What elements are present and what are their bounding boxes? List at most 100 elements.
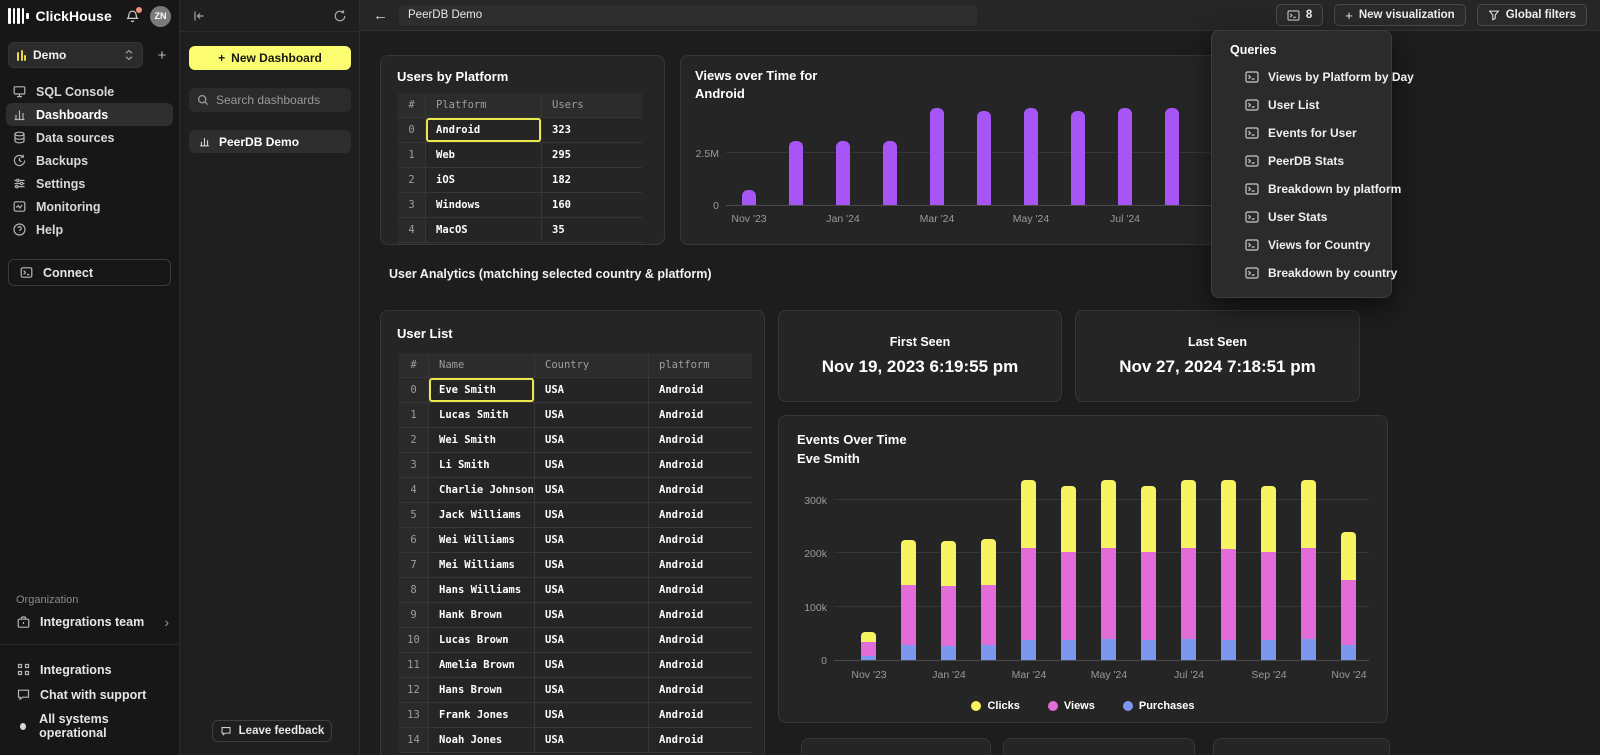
back-arrow-icon[interactable]: ← <box>373 8 388 23</box>
queries-menu-item[interactable]: User List <box>1212 91 1391 119</box>
stacked-bar-Nov '23[interactable] <box>861 632 876 660</box>
queries-menu-item[interactable]: Breakdown by country <box>1212 259 1391 287</box>
global-filters-button[interactable]: Global filters <box>1477 4 1587 26</box>
table-cell[interactable]: Amelia Brown <box>429 653 535 677</box>
stacked-bar-Oct '24[interactable] <box>1301 480 1316 660</box>
queries-menu-item[interactable]: Views by Platform by Day <box>1212 63 1391 91</box>
bar-Jul '24[interactable] <box>1118 108 1132 205</box>
queries-menu-item[interactable]: Views for Country <box>1212 231 1391 259</box>
connect-button[interactable]: Connect <box>8 259 171 286</box>
table-cell[interactable]: Frank Jones <box>429 703 535 727</box>
notifications-bell-icon[interactable] <box>125 9 140 24</box>
table-cell[interactable]: 35 <box>542 218 642 242</box>
sidebar-item-help[interactable]: Help <box>6 218 173 241</box>
table-cell[interactable]: 1 <box>398 143 426 167</box>
sidebar-item-backups[interactable]: Backups <box>6 149 173 172</box>
table-cell[interactable]: iOS <box>426 168 542 192</box>
table-cell[interactable]: 6 <box>399 528 429 552</box>
table-cell[interactable]: Li Smith <box>429 453 535 477</box>
table-cell[interactable]: Android <box>649 428 752 452</box>
table-cell[interactable]: USA <box>535 728 649 752</box>
sidebar-item-settings[interactable]: Settings <box>6 172 173 195</box>
stacked-bar-Apr '24[interactable] <box>1061 486 1076 660</box>
table-cell[interactable]: 1 <box>399 403 429 427</box>
bar-Aug '24[interactable] <box>1165 108 1179 205</box>
stacked-bar-Aug '24[interactable] <box>1221 480 1236 660</box>
queries-menu-item[interactable]: PeerDB Stats <box>1212 147 1391 175</box>
footer-item-integrations[interactable]: Integrations <box>0 657 179 682</box>
table-cell[interactable]: USA <box>535 478 649 502</box>
table-cell[interactable]: Android <box>649 578 752 602</box>
bar-Jan '24[interactable] <box>836 141 850 205</box>
table-cell[interactable]: 11 <box>399 653 429 677</box>
table-cell[interactable]: USA <box>535 503 649 527</box>
table-cell[interactable]: 10 <box>399 628 429 652</box>
stacked-bar-Jan '24[interactable] <box>941 541 956 660</box>
queries-menu-item[interactable]: User Stats <box>1212 203 1391 231</box>
table-cell[interactable]: Android <box>649 728 752 752</box>
bar-Dec '23[interactable] <box>789 141 803 205</box>
table-cell[interactable]: 13 <box>399 703 429 727</box>
table-cell[interactable]: USA <box>535 553 649 577</box>
table-cell[interactable]: Eve Smith <box>429 378 535 402</box>
stacked-bar-Dec '23[interactable] <box>901 540 916 660</box>
table-cell[interactable]: 160 <box>542 193 642 217</box>
table-cell[interactable]: Android <box>426 118 542 142</box>
leave-feedback-button[interactable]: Leave feedback <box>212 720 332 742</box>
table-cell[interactable]: 0 <box>398 118 426 142</box>
table-cell[interactable]: 14 <box>399 728 429 752</box>
sidebar-item-sql-console[interactable]: SQL Console <box>6 80 173 103</box>
table-cell[interactable]: USA <box>535 403 649 427</box>
table-cell[interactable]: 8 <box>399 578 429 602</box>
table-cell[interactable]: 5 <box>399 503 429 527</box>
stacked-bar-Jul '24[interactable] <box>1181 480 1196 660</box>
organization-team-selector[interactable]: Integrations team › <box>0 614 179 644</box>
add-service-button[interactable]: + <box>153 47 171 64</box>
table-cell[interactable]: Jack Williams <box>429 503 535 527</box>
service-selector[interactable]: Demo <box>8 42 143 68</box>
table-cell[interactable]: Android <box>649 703 752 727</box>
table-cell[interactable]: Noah Jones <box>429 728 535 752</box>
table-cell[interactable]: 9 <box>399 603 429 627</box>
table-cell[interactable]: Lucas Brown <box>429 628 535 652</box>
table-cell[interactable]: Android <box>649 603 752 627</box>
table-cell[interactable]: Android <box>649 628 752 652</box>
table-cell[interactable]: Lucas Smith <box>429 403 535 427</box>
stacked-bar-Mar '24[interactable] <box>1021 480 1036 660</box>
table-cell[interactable]: 0 <box>399 378 429 402</box>
queries-menu-item[interactable]: Breakdown by platform <box>1212 175 1391 203</box>
table-cell[interactable]: USA <box>535 528 649 552</box>
stacked-bar-Sep '24[interactable] <box>1261 486 1276 660</box>
table-cell[interactable]: Hank Brown <box>429 603 535 627</box>
bar-Mar '24[interactable] <box>930 108 944 205</box>
table-cell[interactable]: 3 <box>398 193 426 217</box>
table-cell[interactable]: USA <box>535 653 649 677</box>
table-cell[interactable]: USA <box>535 628 649 652</box>
table-cell[interactable]: 3 <box>399 453 429 477</box>
collapse-sidebar-icon[interactable] <box>192 9 206 23</box>
bar-Nov '23[interactable] <box>742 190 756 205</box>
table-cell[interactable]: 323 <box>542 118 642 142</box>
avatar[interactable]: ZN <box>150 6 171 27</box>
table-cell[interactable]: 2 <box>398 168 426 192</box>
bar-May '24[interactable] <box>1024 108 1038 205</box>
table-cell[interactable]: 4 <box>399 478 429 502</box>
table-cell[interactable]: USA <box>535 453 649 477</box>
bar-Feb '24[interactable] <box>883 141 897 205</box>
table-cell[interactable]: Hans Brown <box>429 678 535 702</box>
sidebar-item-monitoring[interactable]: Monitoring <box>6 195 173 218</box>
queries-count-button[interactable]: 8 <box>1276 4 1323 26</box>
footer-item-system-status[interactable]: All systems operational <box>0 707 179 745</box>
new-visualization-button[interactable]: + New visualization <box>1334 4 1465 26</box>
table-cell[interactable]: USA <box>535 378 649 402</box>
table-cell[interactable]: Android <box>649 378 752 402</box>
table-cell[interactable]: Web <box>426 143 542 167</box>
table-cell[interactable]: USA <box>535 603 649 627</box>
stacked-bar-May '24[interactable] <box>1101 480 1116 660</box>
stacked-bar-Feb '24[interactable] <box>981 539 996 660</box>
table-cell[interactable]: 12 <box>399 678 429 702</box>
stacked-bar-Nov '24[interactable] <box>1341 532 1356 660</box>
table-cell[interactable]: 7 <box>399 553 429 577</box>
table-cell[interactable]: Android <box>649 403 752 427</box>
table-cell[interactable]: 295 <box>542 143 642 167</box>
